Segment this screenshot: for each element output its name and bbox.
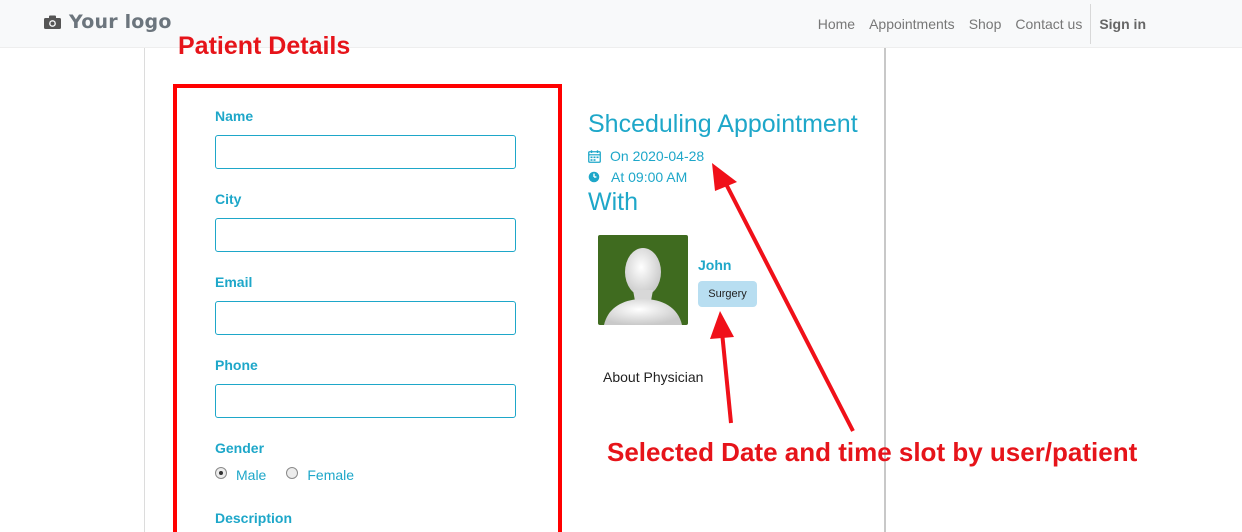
arrow-to-date-icon: [712, 163, 855, 432]
annotation-arrows: [710, 163, 855, 432]
arrow-to-specialty-icon: [710, 311, 734, 424]
